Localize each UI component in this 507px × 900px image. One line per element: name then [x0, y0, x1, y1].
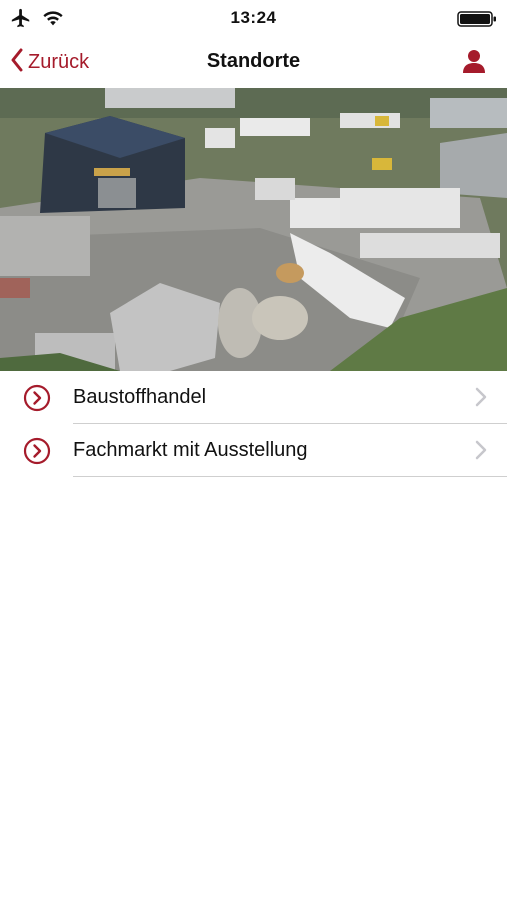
page-title: Standorte	[206, 50, 301, 72]
location-list: Baustoffhandel Fachmarkt mit Ausstellung	[0, 371, 507, 477]
list-item-baustoffhandel[interactable]: Baustoffhandel	[0, 371, 507, 424]
chevron-circle-right-icon	[23, 437, 51, 470]
list-item-fachmarkt[interactable]: Fachmarkt mit Ausstellung	[0, 424, 507, 477]
navigation-bar: Zurück Standorte	[0, 36, 507, 89]
chevron-circle-right-icon	[23, 384, 51, 417]
list-item-label: Fachmarkt mit Ausstellung	[73, 439, 308, 461]
status-time: 13:24	[230, 8, 277, 27]
person-icon[interactable]	[461, 48, 487, 79]
row-separator	[73, 476, 507, 477]
battery-icon	[457, 10, 497, 33]
list-item-label: Baustoffhandel	[73, 386, 207, 408]
chevron-right-icon	[475, 387, 487, 412]
status-bar: 13:24	[0, 0, 507, 36]
chevron-right-icon	[475, 440, 487, 465]
location-photo	[0, 88, 507, 371]
